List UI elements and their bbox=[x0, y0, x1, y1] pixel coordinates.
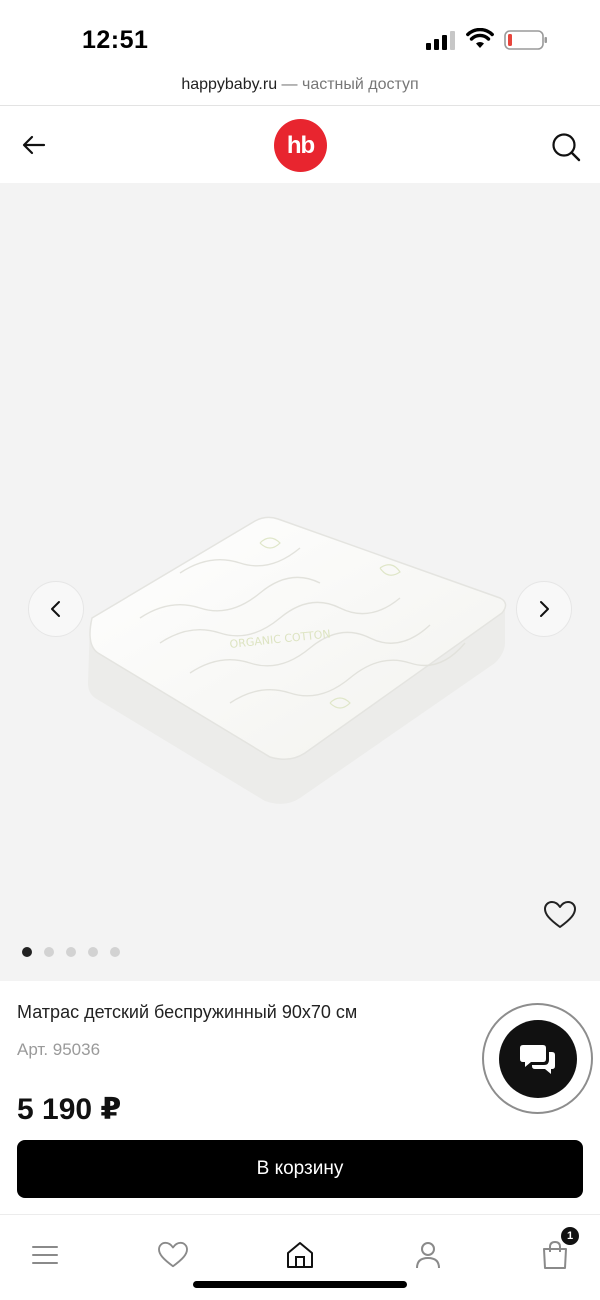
url-domain: happybaby.ru bbox=[181, 76, 278, 93]
heart-outline-icon bbox=[544, 901, 576, 928]
battery-low-icon bbox=[504, 30, 547, 50]
nav-profile[interactable] bbox=[408, 1235, 448, 1275]
product-sku: Арт. 95036 bbox=[17, 1040, 101, 1059]
pagination-dot[interactable] bbox=[88, 947, 98, 957]
brand-logo[interactable]: hb bbox=[274, 119, 327, 172]
pagination-dot[interactable] bbox=[22, 947, 32, 957]
nav-home[interactable] bbox=[280, 1235, 320, 1275]
search-button[interactable] bbox=[548, 129, 584, 165]
home-indicator bbox=[193, 1281, 407, 1288]
chevron-right-icon bbox=[540, 601, 549, 617]
nav-favorites[interactable] bbox=[153, 1235, 193, 1275]
cart-count-badge: 1 bbox=[561, 1227, 579, 1245]
status-time: 12:51 bbox=[82, 26, 149, 54]
home-icon bbox=[287, 1242, 313, 1268]
url-private-note: — частный доступ bbox=[277, 76, 419, 93]
user-icon bbox=[416, 1242, 440, 1269]
product-title: Матрас детский беспружинный 90х70 см bbox=[17, 1002, 358, 1022]
product-gallery[interactable]: ORGANIC COTTON bbox=[0, 183, 600, 981]
nav-menu[interactable] bbox=[25, 1235, 65, 1275]
wifi-icon bbox=[466, 28, 494, 48]
chat-button-inner[interactable] bbox=[498, 1019, 577, 1098]
pagination-dot[interactable] bbox=[44, 947, 54, 957]
pagination-dot[interactable] bbox=[110, 947, 120, 957]
chat-button[interactable] bbox=[482, 1003, 593, 1114]
status-bar: 12:51 bbox=[0, 0, 600, 70]
pagination-dot[interactable] bbox=[66, 947, 76, 957]
product-price: 5 190 ₽ bbox=[17, 1093, 122, 1126]
site-header: hb bbox=[0, 107, 600, 183]
back-button[interactable] bbox=[18, 129, 50, 161]
heart-icon bbox=[158, 1241, 188, 1268]
gallery-next-button[interactable] bbox=[516, 581, 572, 637]
cellular-signal-icon bbox=[426, 31, 455, 50]
nav-cart[interactable]: 1 bbox=[535, 1227, 579, 1275]
shopping-bag-icon bbox=[543, 1240, 567, 1269]
favorite-button[interactable] bbox=[540, 895, 580, 935]
url-bar[interactable]: happybaby.ru — частный доступ bbox=[0, 70, 600, 106]
chevron-left-icon bbox=[51, 601, 60, 617]
gallery-pagination bbox=[22, 947, 120, 957]
chat-bubbles-icon bbox=[519, 1044, 555, 1074]
add-to-cart-button[interactable]: В корзину bbox=[17, 1140, 583, 1198]
menu-icon bbox=[32, 1246, 58, 1264]
product-image: ORGANIC COTTON bbox=[88, 516, 507, 804]
gallery-prev-button[interactable] bbox=[28, 581, 84, 637]
search-icon bbox=[552, 133, 581, 162]
arrow-left-icon bbox=[22, 135, 46, 155]
